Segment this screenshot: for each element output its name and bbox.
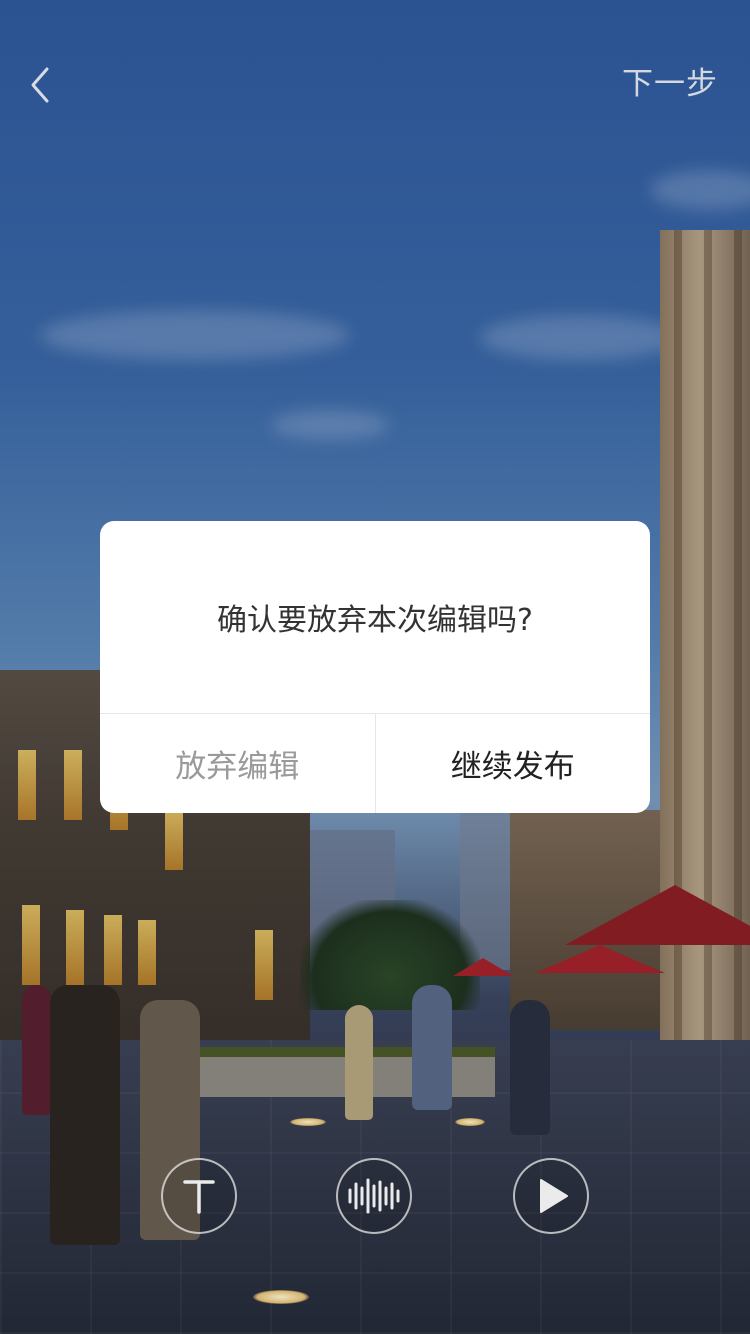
continue-publish-button[interactable]: 继续发布 [376,714,651,813]
editor-screen: 下一步 确认要放弃本次编辑吗? 放弃编辑 继续发布 [0,0,750,1334]
confirm-abandon-dialog: 确认要放弃本次编辑吗? 放弃编辑 继续发布 [100,521,650,813]
dialog-actions: 放弃编辑 继续发布 [100,713,650,813]
dialog-message: 确认要放弃本次编辑吗? [217,603,533,638]
abandon-edit-button[interactable]: 放弃编辑 [100,714,376,813]
